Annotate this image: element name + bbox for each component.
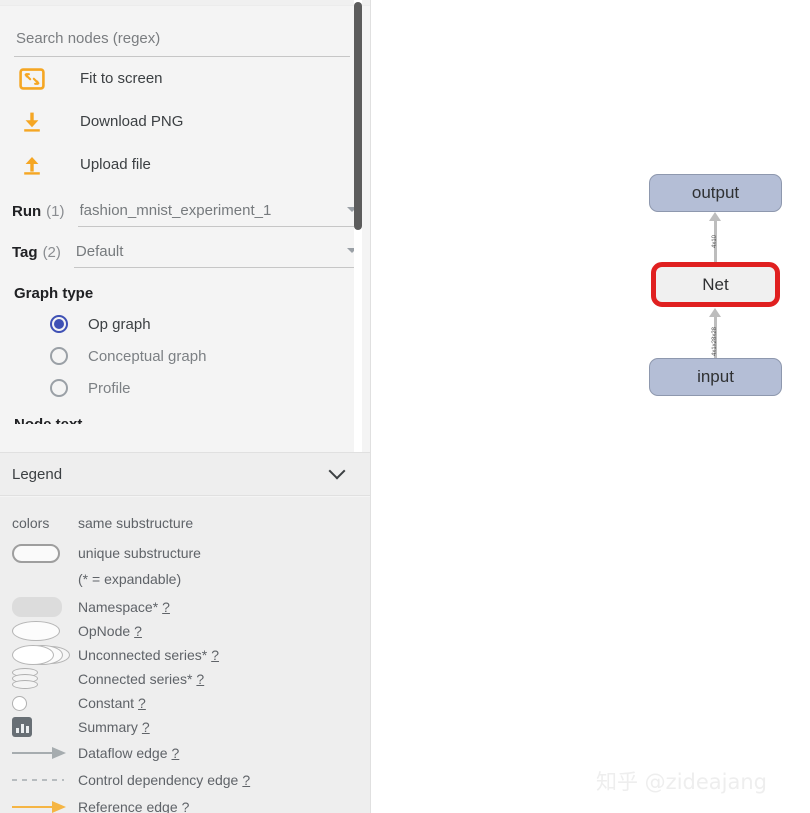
fit-to-screen-icon xyxy=(12,67,52,90)
clipped-section-heading: Node text xyxy=(14,416,359,424)
fit-to-screen-button[interactable]: Fit to screen xyxy=(12,57,359,100)
summary-shape xyxy=(0,717,78,737)
legend-row: (* = expandable) xyxy=(0,567,370,591)
run-dropdown[interactable]: fashion_mnist_experiment_1 xyxy=(77,202,359,227)
connected-series-help-icon[interactable]: ? xyxy=(192,671,204,687)
legend-row: Dataflow edge ? xyxy=(0,739,370,766)
search-input[interactable] xyxy=(14,26,350,57)
legend-row-label: Summary xyxy=(78,719,138,735)
run-value: fashion_mnist_experiment_1 xyxy=(79,202,272,219)
graph-node-net[interactable]: Net xyxy=(651,262,780,307)
run-label: Run xyxy=(12,203,42,220)
graph-node-input[interactable]: input xyxy=(649,358,782,396)
download-icon xyxy=(12,110,52,134)
legend-row: Namespace* ? xyxy=(0,595,370,619)
legend-row-label: Reference edge xyxy=(78,798,178,813)
summary-help-icon[interactable]: ? xyxy=(138,719,150,735)
graph-node-output-label: output xyxy=(691,183,740,202)
upload-icon xyxy=(12,153,52,177)
tensorboard-graph-page: Fit to screen Download PNG xyxy=(0,0,810,813)
fit-to-screen-label: Fit to screen xyxy=(80,70,163,87)
graph-node-output[interactable]: output xyxy=(649,174,782,212)
legend-row: unique substructure xyxy=(0,541,370,565)
legend-panel: colors same substructure unique substruc… xyxy=(0,497,370,813)
legend-row-label: Connected series* xyxy=(78,671,193,687)
reference-edge-shape xyxy=(0,800,78,813)
legend-row: OpNode ? xyxy=(0,619,370,643)
radio-op-graph-icon xyxy=(50,315,68,333)
legend-row-label: OpNode xyxy=(78,623,131,639)
graph-edge-arrowhead xyxy=(709,212,721,221)
tag-selector[interactable]: Tag (2) Default xyxy=(12,227,359,268)
chevron-down-icon xyxy=(328,462,346,480)
sidebar-scroll-area: Fit to screen Download PNG xyxy=(0,6,370,452)
legend-row-label: Constant xyxy=(78,695,135,711)
control-dependency-edge-shape xyxy=(0,778,78,781)
legend-row-label: same substructure xyxy=(78,515,194,531)
legend-row-label: unique substructure xyxy=(78,545,201,561)
legend-row-label: (* = expandable) xyxy=(78,571,182,587)
tag-count: (2) xyxy=(42,244,61,261)
radio-conceptual-graph-icon xyxy=(50,347,68,365)
search-nodes-field[interactable] xyxy=(12,26,359,57)
constant-help-icon[interactable]: ? xyxy=(134,695,146,711)
upload-file-label: Upload file xyxy=(80,156,151,173)
legend-row: Connected series* ? xyxy=(0,667,370,691)
dataflow-edge-shape xyxy=(0,746,78,759)
radio-profile-icon xyxy=(50,379,68,397)
unconnected-series-help-icon[interactable]: ? xyxy=(207,647,219,663)
graph-edge-arrowhead xyxy=(709,308,721,317)
namespace-help-icon[interactable]: ? xyxy=(158,599,170,615)
download-png-button[interactable]: Download PNG xyxy=(12,100,359,143)
legend-row: Reference edge ? xyxy=(0,793,370,813)
graph-node-input-label: input xyxy=(697,367,734,386)
graph-sidebar: Fit to screen Download PNG xyxy=(0,0,371,813)
run-count: (1) xyxy=(46,203,65,220)
legend-row-label: Unconnected series* xyxy=(78,647,208,663)
legend-row: colors same substructure xyxy=(0,511,370,535)
radio-profile[interactable]: Profile xyxy=(12,372,359,404)
opnode-help-icon[interactable]: ? xyxy=(130,623,142,639)
legend-row-label: Control dependency edge xyxy=(78,771,239,788)
tag-label: Tag xyxy=(12,244,38,261)
legend-row-label: Namespace* xyxy=(78,599,159,615)
radio-op-graph[interactable]: Op graph xyxy=(12,308,359,340)
radio-conceptual-graph-label: Conceptual graph xyxy=(88,347,207,365)
download-png-label: Download PNG xyxy=(80,113,184,130)
dataflow-edge-help-icon[interactable]: ? xyxy=(168,745,180,761)
unconnected-series-shape xyxy=(0,645,78,665)
radio-conceptual-graph[interactable]: Conceptual graph xyxy=(12,340,359,372)
connected-series-shape xyxy=(0,668,78,690)
legend-row-label: Dataflow edge xyxy=(78,744,168,761)
legend-row: Summary ? xyxy=(0,715,370,739)
colors-label-cell: colors xyxy=(12,515,50,531)
control-dependency-edge-help-icon[interactable]: ? xyxy=(238,772,250,788)
unique-substructure-shape xyxy=(0,543,78,563)
watermark: 知乎 @zideajang xyxy=(596,770,767,794)
graph-canvas[interactable]: 4x10 4x1x28x28 output Net input xyxy=(372,0,810,813)
namespace-shape xyxy=(0,597,78,617)
opnode-shape xyxy=(0,621,78,641)
legend-title: Legend xyxy=(12,465,63,483)
run-selector[interactable]: Run (1) fashion_mnist_experiment_1 xyxy=(12,186,359,227)
graph-edge-label-input-net: 4x1x28x28 xyxy=(712,326,718,356)
constant-shape xyxy=(0,695,78,711)
legend-toggle-header[interactable]: Legend xyxy=(0,452,370,496)
radio-profile-label: Profile xyxy=(88,379,131,397)
tag-value: Default xyxy=(75,243,124,260)
graph-node-net-label: Net xyxy=(702,274,729,294)
legend-row: Control dependency edge ? xyxy=(0,766,370,793)
graph-edge-label-net-output: 4x10 xyxy=(712,234,718,248)
legend-row: Constant ? xyxy=(0,691,370,715)
legend-row: Unconnected series* ? xyxy=(0,643,370,667)
reference-edge-help-icon[interactable]: ? xyxy=(178,799,190,813)
graph-type-title: Graph type xyxy=(14,285,94,302)
radio-op-graph-label: Op graph xyxy=(88,315,151,333)
tag-dropdown[interactable]: Default xyxy=(73,243,359,268)
upload-file-button[interactable]: Upload file xyxy=(12,143,359,186)
sidebar-scrollbar-thumb[interactable] xyxy=(354,2,362,230)
